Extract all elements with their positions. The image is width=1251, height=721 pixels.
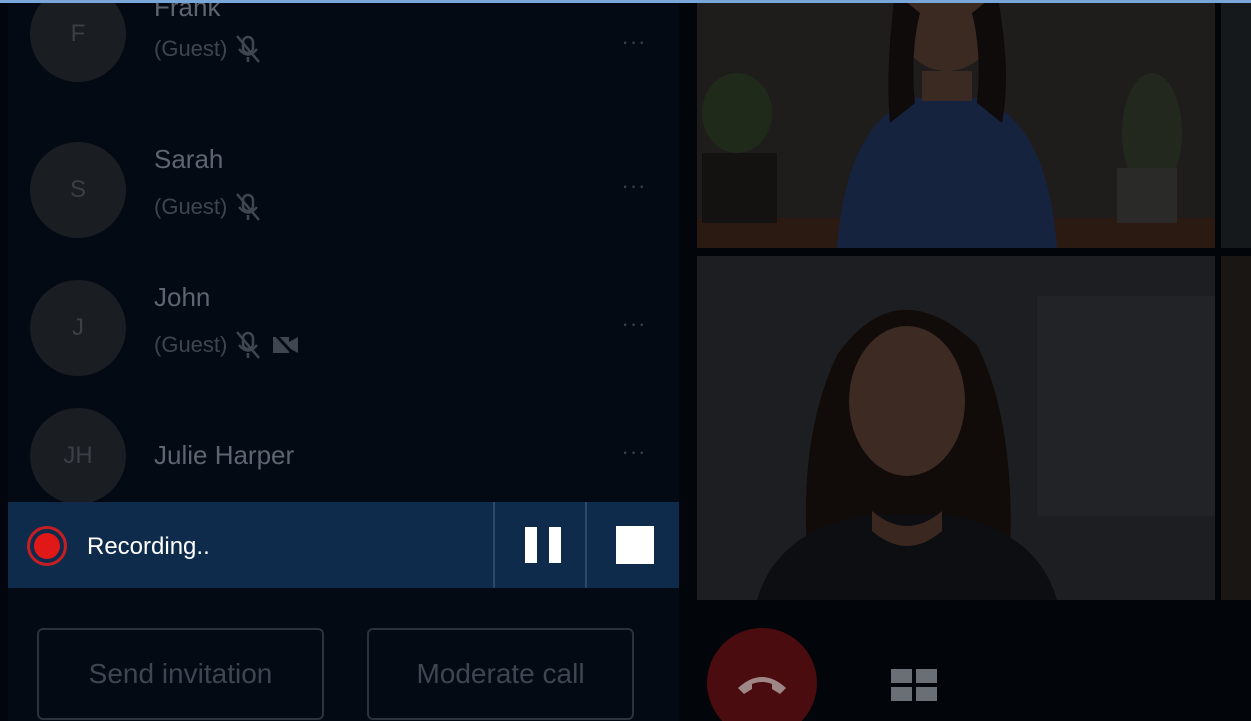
participant-role: (Guest) (154, 32, 265, 66)
avatar: JH (30, 408, 126, 504)
pause-recording-button[interactable] (497, 502, 588, 588)
moderate-call-button[interactable]: Moderate call (367, 628, 634, 720)
role-label: (Guest) (154, 36, 228, 61)
video-tile[interactable] (1221, 3, 1251, 248)
participant-item[interactable]: S Sarah (Guest) ··· (8, 142, 679, 262)
participant-name: Sarah (154, 144, 224, 174)
participant-item[interactable]: F Frank (Guest) ··· (8, 3, 679, 106)
participant-name: Julie Harper (154, 440, 295, 470)
participant-name: Frank (154, 3, 221, 22)
stop-icon (615, 526, 654, 564)
avatar: F (30, 3, 126, 82)
participants-panel: F Frank (Guest) ··· S Sarah (Guest) ··· … (8, 3, 679, 721)
mic-off-icon (236, 35, 261, 63)
more-options-button[interactable]: ··· (614, 439, 654, 464)
recording-indicator-icon (27, 526, 67, 566)
recording-dot (34, 533, 60, 559)
hang-up-button[interactable] (707, 628, 817, 721)
avatar: S (30, 142, 126, 238)
pause-icon (524, 527, 537, 563)
role-label: (Guest) (154, 332, 228, 357)
grid-layout-icon[interactable] (889, 667, 939, 703)
video-tile[interactable] (1221, 256, 1251, 600)
send-invitation-button[interactable]: Send invitation (37, 628, 324, 720)
hang-up-icon (738, 677, 786, 694)
mic-off-icon (236, 193, 261, 221)
role-label: (Guest) (154, 194, 228, 219)
video-off-icon (272, 330, 299, 360)
participant-role: (Guest) (154, 190, 265, 224)
pause-icon (548, 527, 561, 563)
mic-off-icon (236, 331, 261, 359)
recording-bar: Recording.. (8, 502, 679, 588)
more-options-button[interactable]: ··· (614, 311, 654, 336)
video-tile[interactable] (697, 256, 1215, 600)
more-options-button[interactable]: ··· (614, 173, 654, 198)
participant-video-image (697, 256, 1215, 600)
video-call-window: F Frank (Guest) ··· S Sarah (Guest) ··· … (0, 0, 1251, 721)
participant-video-image (697, 3, 1215, 248)
recording-status: Recording.. (87, 533, 210, 560)
video-grid (679, 3, 1251, 721)
more-options-button[interactable]: ··· (614, 29, 654, 54)
participant-name: John (154, 282, 211, 312)
video-tile[interactable] (697, 3, 1215, 248)
participant-item[interactable]: J John (Guest) ··· (8, 280, 679, 400)
stop-recording-button[interactable] (590, 502, 679, 588)
avatar: J (30, 280, 126, 376)
participant-role: (Guest) (154, 328, 303, 362)
divider (585, 502, 587, 588)
divider (493, 502, 495, 588)
